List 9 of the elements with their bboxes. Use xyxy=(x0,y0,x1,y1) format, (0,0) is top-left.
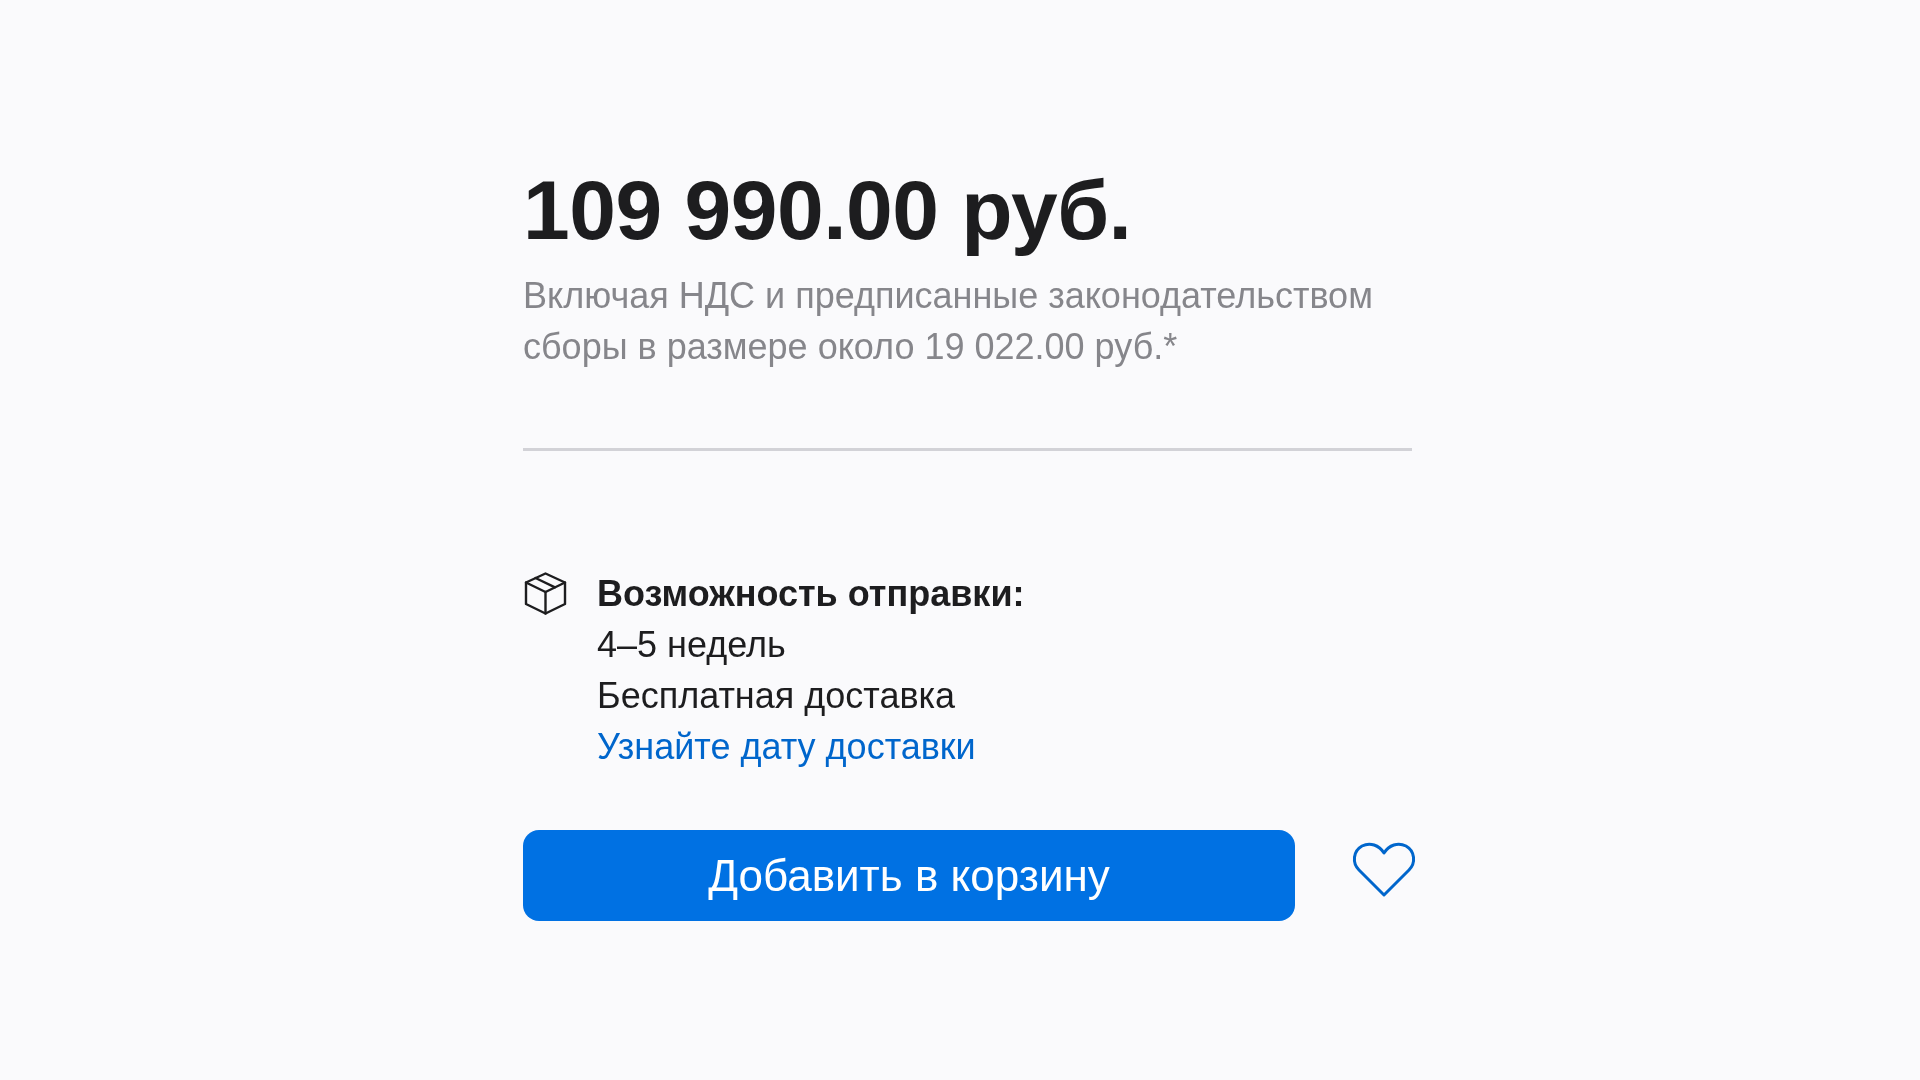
shipping-heading: Возможность отправки: xyxy=(597,572,1026,616)
price: 109 990.00 руб. xyxy=(523,162,1133,259)
heart-icon[interactable] xyxy=(1351,840,1417,899)
tax-note: Включая НДС и предписанные законодательством сборы в размере около 19 022.00 руб.* xyxy=(523,274,1374,369)
shipping-info: 4–5 недель xyxy=(597,623,787,667)
delivery-date-link[interactable]: Узнайте дату доставки xyxy=(597,721,976,772)
shipping-info: Бесплатная доставка xyxy=(597,674,957,718)
box-icon xyxy=(523,571,568,616)
add-to-cart-button[interactable]: Добавить в корзину xyxy=(523,830,1295,921)
